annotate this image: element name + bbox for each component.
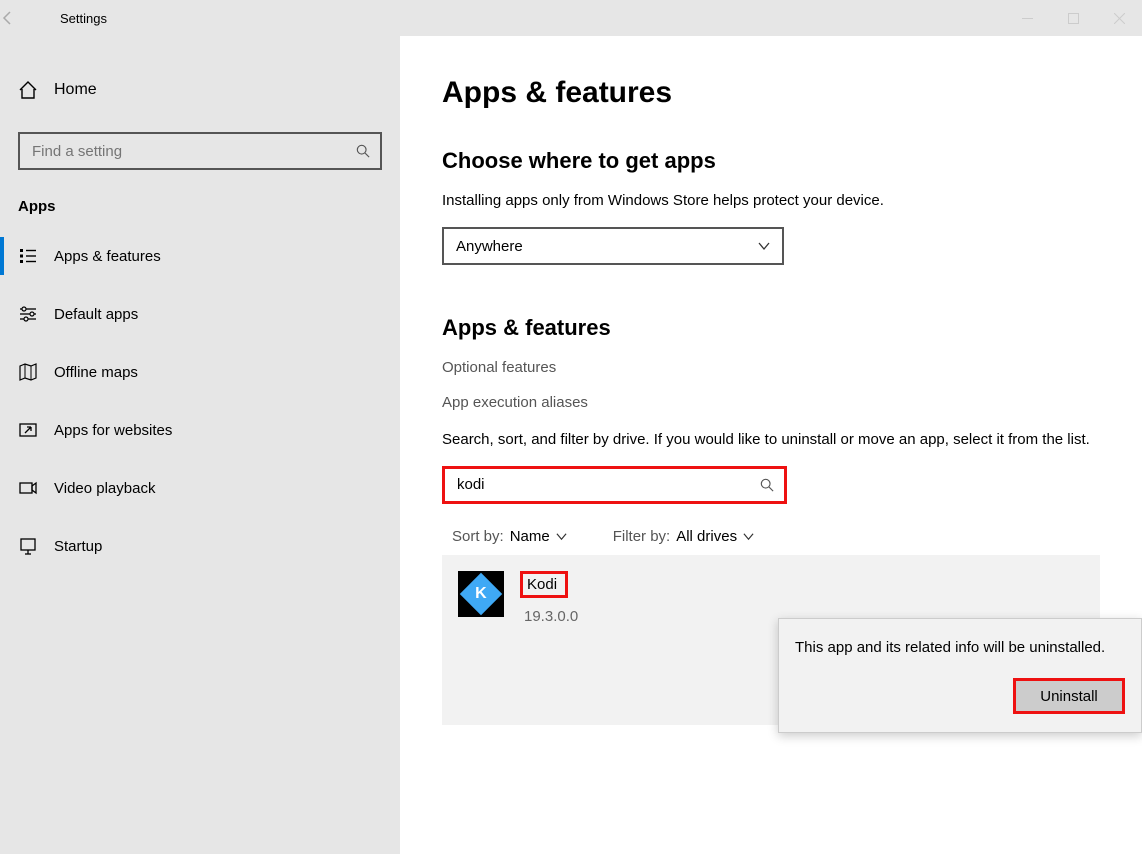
map-icon	[18, 362, 46, 382]
sidebar: Home Apps Apps & features Default apps	[0, 36, 400, 854]
sidebar-item-startup[interactable]: Startup	[0, 517, 400, 575]
chevron-down-icon	[743, 531, 754, 542]
app-icon: K	[458, 571, 504, 617]
search-icon	[760, 478, 774, 492]
sidebar-item-label: Video playback	[54, 480, 155, 497]
sidebar-item-offline-maps[interactable]: Offline maps	[0, 343, 400, 401]
back-button[interactable]	[0, 10, 40, 26]
startup-icon	[18, 536, 46, 556]
install-source-dropdown[interactable]: Anywhere	[442, 227, 784, 265]
sidebar-item-label: Startup	[54, 538, 102, 555]
sidebar-item-label: Apps & features	[54, 248, 161, 265]
chevron-down-icon	[758, 240, 770, 252]
close-button[interactable]	[1096, 0, 1142, 36]
popup-uninstall-button[interactable]: Uninstall	[1013, 678, 1125, 714]
minimize-button[interactable]	[1004, 0, 1050, 36]
app-aliases-link[interactable]: App execution aliases	[442, 394, 1100, 411]
app-search-box[interactable]	[442, 466, 787, 504]
filter-by-combo[interactable]: Filter by: All drives	[613, 528, 754, 545]
filter-value: All drives	[676, 528, 737, 545]
filter-help-text: Search, sort, and filter by drive. If yo…	[442, 429, 1100, 452]
dropdown-value: Anywhere	[456, 238, 523, 255]
sort-filter-row: Sort by: Name Filter by: All drives	[442, 528, 1100, 545]
sidebar-item-apps-features[interactable]: Apps & features	[0, 227, 400, 285]
app-icon-letter: K	[475, 585, 487, 603]
app-name: Kodi	[520, 571, 568, 598]
window-controls	[1004, 0, 1142, 36]
apps-features-heading: Apps & features	[442, 315, 1100, 341]
sidebar-item-apps-websites[interactable]: Apps for websites	[0, 401, 400, 459]
settings-search[interactable]	[18, 132, 382, 170]
sidebar-item-video-playback[interactable]: Video playback	[0, 459, 400, 517]
sort-label: Sort by:	[452, 528, 504, 545]
sidebar-item-label: Apps for websites	[54, 422, 172, 439]
window-title: Settings	[40, 11, 107, 26]
popup-text: This app and its related info will be un…	[795, 637, 1125, 658]
home-label: Home	[54, 81, 97, 99]
filter-label: Filter by:	[613, 528, 671, 545]
maximize-button[interactable]	[1050, 0, 1096, 36]
chevron-down-icon	[556, 531, 567, 542]
sort-value: Name	[510, 528, 550, 545]
open-external-icon	[18, 420, 46, 440]
sidebar-item-label: Offline maps	[54, 364, 138, 381]
defaults-icon	[18, 304, 46, 324]
video-icon	[18, 478, 46, 498]
optional-features-link[interactable]: Optional features	[442, 359, 1100, 376]
sidebar-item-label: Default apps	[54, 306, 138, 323]
titlebar: Settings	[0, 0, 1142, 36]
sort-by-combo[interactable]: Sort by: Name	[452, 528, 567, 545]
page-heading: Apps & features	[442, 76, 1100, 110]
sidebar-section-label: Apps	[0, 170, 400, 227]
app-search-input[interactable]	[455, 475, 760, 494]
home-nav-item[interactable]: Home	[0, 66, 400, 114]
home-icon	[18, 80, 46, 100]
list-icon	[18, 246, 46, 266]
choose-apps-subtext: Installing apps only from Windows Store …	[442, 192, 1100, 209]
choose-apps-heading: Choose where to get apps	[442, 148, 1100, 174]
search-icon	[356, 144, 370, 158]
sidebar-item-default-apps[interactable]: Default apps	[0, 285, 400, 343]
app-version: 19.3.0.0	[520, 608, 578, 625]
main-content: Apps & features Choose where to get apps…	[400, 36, 1142, 854]
settings-search-input[interactable]	[30, 142, 356, 161]
uninstall-confirm-popup: This app and its related info will be un…	[778, 618, 1142, 733]
